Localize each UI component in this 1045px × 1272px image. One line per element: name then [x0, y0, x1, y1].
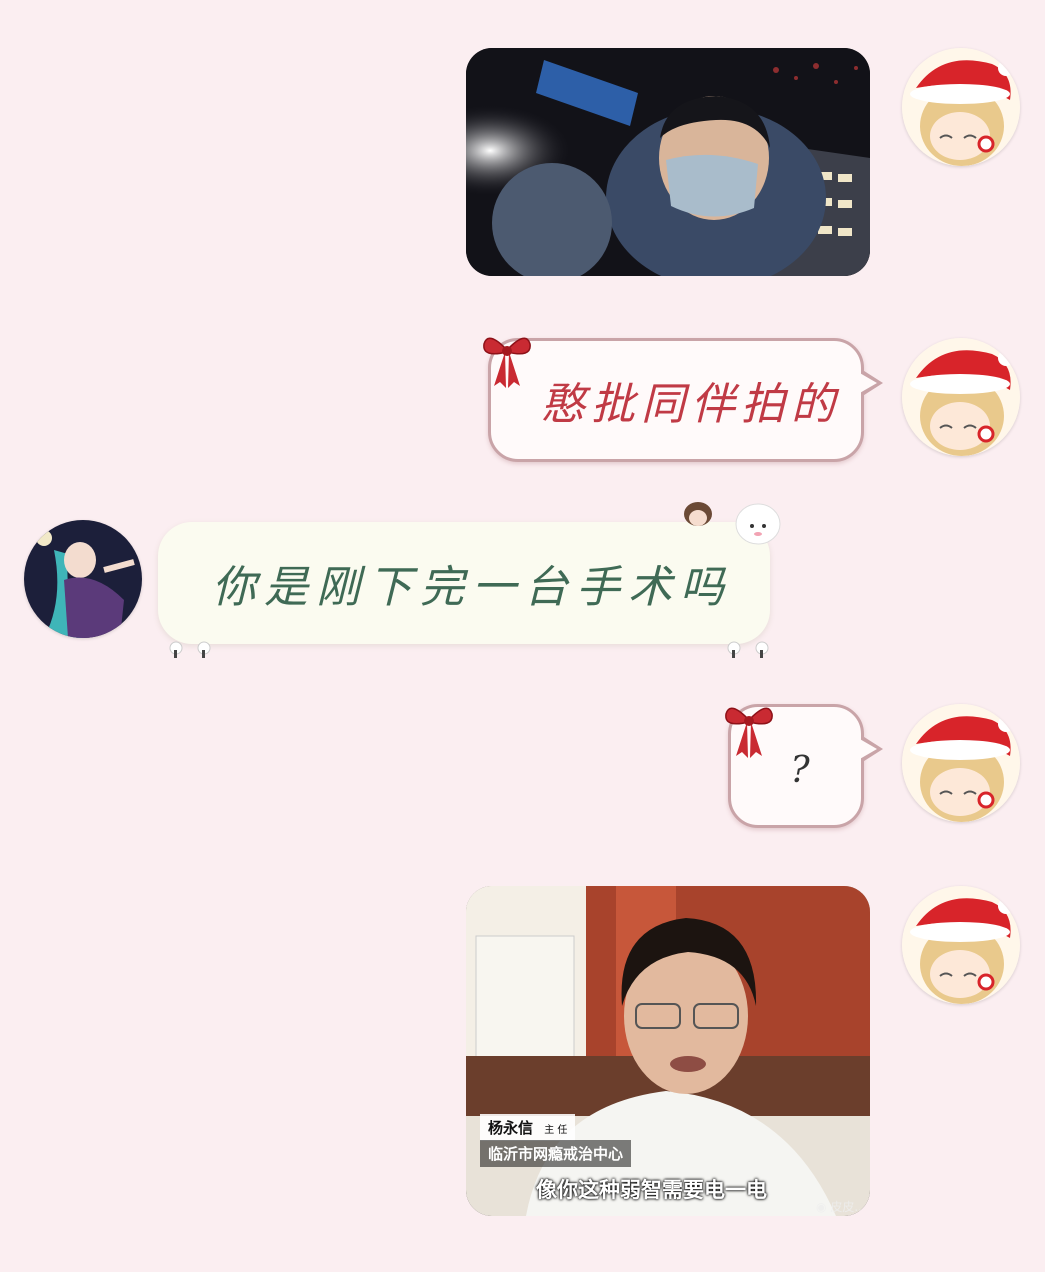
my-avatar[interactable] — [902, 704, 1020, 822]
message-bubble-outgoing[interactable]: 憨批同伴拍的 — [488, 338, 883, 462]
video-caption-nameplate: 杨永信 主 任 — [480, 1114, 576, 1141]
my-avatar[interactable] — [902, 338, 1020, 456]
selfie-image-message[interactable] — [466, 48, 870, 276]
sheep-feet-right-icon — [727, 641, 769, 658]
friend-avatar[interactable] — [24, 520, 142, 638]
video-caption-organization: 临沂市网瘾戒治中心 — [480, 1140, 632, 1167]
my-avatar[interactable] — [902, 48, 1020, 166]
watermark-logo-icon: ◉ — [816, 1200, 827, 1214]
sheep-decoration-icon — [684, 502, 781, 545]
app-watermark: ◉ 皮皮... — [816, 1200, 866, 1214]
message-text: 你是刚下完一台手术吗 — [212, 562, 732, 613]
bubble-tail — [858, 369, 883, 397]
message-text: 憨批同伴拍的 — [541, 379, 841, 430]
ribbon-bow-icon — [725, 707, 773, 758]
ribbon-bow-icon — [483, 337, 531, 388]
caption-person-title: 主 任 — [544, 1125, 568, 1136]
meme-image-message[interactable]: 杨永信 主 任 临沂市网瘾戒治中心 像你这种弱智需要电一电 ◉ 皮皮... — [466, 886, 870, 1216]
caption-person-name: 杨永信 — [488, 1119, 534, 1137]
selfie-photo — [466, 48, 870, 276]
video-subtitle: 像你这种弱智需要电一电 — [536, 1178, 767, 1202]
message-text: ? — [790, 749, 816, 791]
sheep-feet-left-icon — [169, 641, 211, 658]
my-avatar[interactable] — [902, 886, 1020, 1004]
bubble-tail — [858, 735, 883, 763]
